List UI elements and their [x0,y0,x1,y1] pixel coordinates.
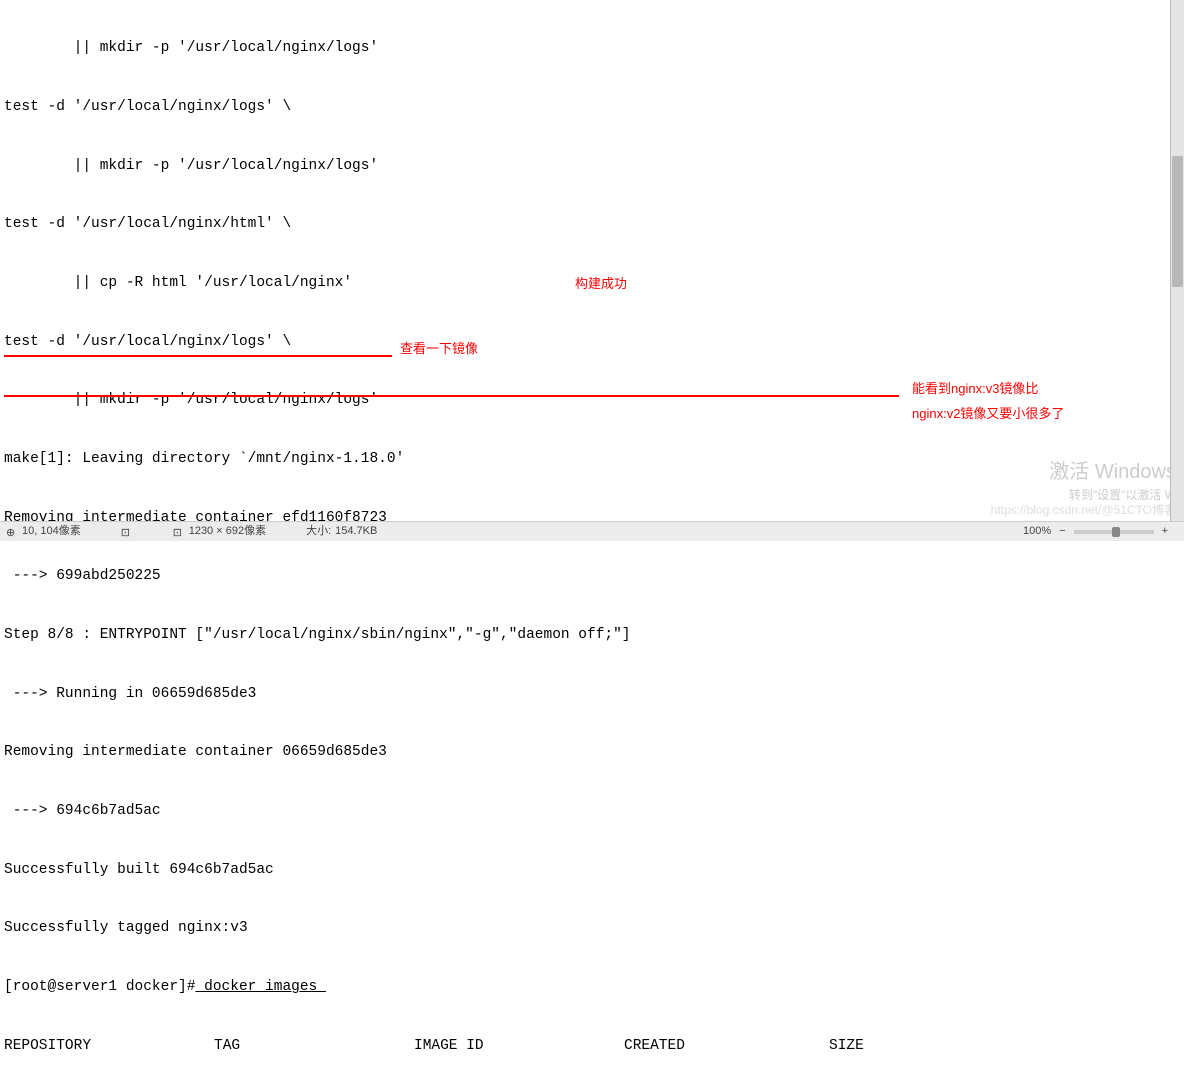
log-line: Successfully built 694c6b7ad5ac [4,861,1166,881]
watermark-blog: https://blog.csdn.net/@51CTO博客 [991,502,1176,518]
log-line: test -d '/usr/local/nginx/logs' \ [4,333,1166,353]
dimensions-icon: ⊡ [173,526,185,538]
col-created: CREATED [624,1037,829,1057]
log-line: Successfully tagged nginx:v3 [4,919,1166,939]
zoom-out-button[interactable]: − [1055,524,1069,539]
annotation-compare-1: 能看到nginx:v3镜像比 [912,380,1038,398]
watermark-settings: 转到"设置"以激活 W [1069,487,1176,503]
annotation-view-images: 查看一下镜像 [400,340,478,358]
zoom-in-button[interactable]: + [1158,524,1172,539]
cursor-position: ⊕ 10, 104像素 [6,524,81,539]
log-line: make[1]: Leaving directory `/mnt/nginx-1… [4,450,1166,470]
selection-icon: ⊡ [121,526,133,538]
annotation-compare-2: nginx:v2镜像又要小很多了 [912,405,1064,423]
log-line: ---> 699abd250225 [4,567,1166,587]
log-line: || mkdir -p '/usr/local/nginx/logs' [4,39,1166,59]
log-line: test -d '/usr/local/nginx/html' \ [4,215,1166,235]
dimensions-text: 1230 × 692像素 [189,524,266,539]
zoom-value: 100% [1023,524,1051,539]
size-value: 154.7KB [335,524,377,539]
watermark-activate: 激活 Windows [1049,459,1176,486]
zoom-control: 100% − + [1023,524,1172,539]
col-id: IMAGE ID [414,1037,624,1057]
terminal-output: || mkdir -p '/usr/local/nginx/logs' test… [0,0,1170,1082]
image-dimensions: ⊡ 1230 × 692像素 [173,524,266,539]
col-tag: TAG [214,1037,414,1057]
cursor-text: 10, 104像素 [22,524,81,539]
selection-size: ⊡ [121,526,133,538]
table-header-row: REPOSITORYTAGIMAGE IDCREATEDSIZE [4,1037,1166,1057]
scrollbar-thumb[interactable] [1172,156,1183,286]
scrollbar-vertical[interactable] [1170,0,1184,521]
shell-prompt: [root@server1 docker]# [4,979,195,995]
log-line: ---> 694c6b7ad5ac [4,802,1166,822]
log-line: Removing intermediate container 06659d68… [4,743,1166,763]
prompt-line: [root@server1 docker]# docker images [4,978,1166,998]
log-line: Step 8/8 : ENTRYPOINT ["/usr/local/nginx… [4,626,1166,646]
shell-command: docker images [195,979,326,995]
annotation-build-ok: 构建成功 [575,275,627,293]
crosshair-icon: ⊕ [6,526,18,538]
log-line: || mkdir -p '/usr/local/nginx/logs' [4,157,1166,177]
log-line: test -d '/usr/local/nginx/logs' \ [4,98,1166,118]
red-underline-row [4,395,899,397]
zoom-slider[interactable] [1074,530,1154,534]
file-size: 大小: 154.7KB [306,524,377,539]
log-line: ---> Running in 06659d685de3 [4,685,1166,705]
size-label: 大小: [306,524,331,539]
col-repo: REPOSITORY [4,1037,214,1057]
status-bar: ⊕ 10, 104像素 ⊡ ⊡ 1230 × 692像素 大小: 154.7KB… [0,521,1184,541]
col-size: SIZE [829,1038,864,1054]
red-underline-command [4,355,392,357]
